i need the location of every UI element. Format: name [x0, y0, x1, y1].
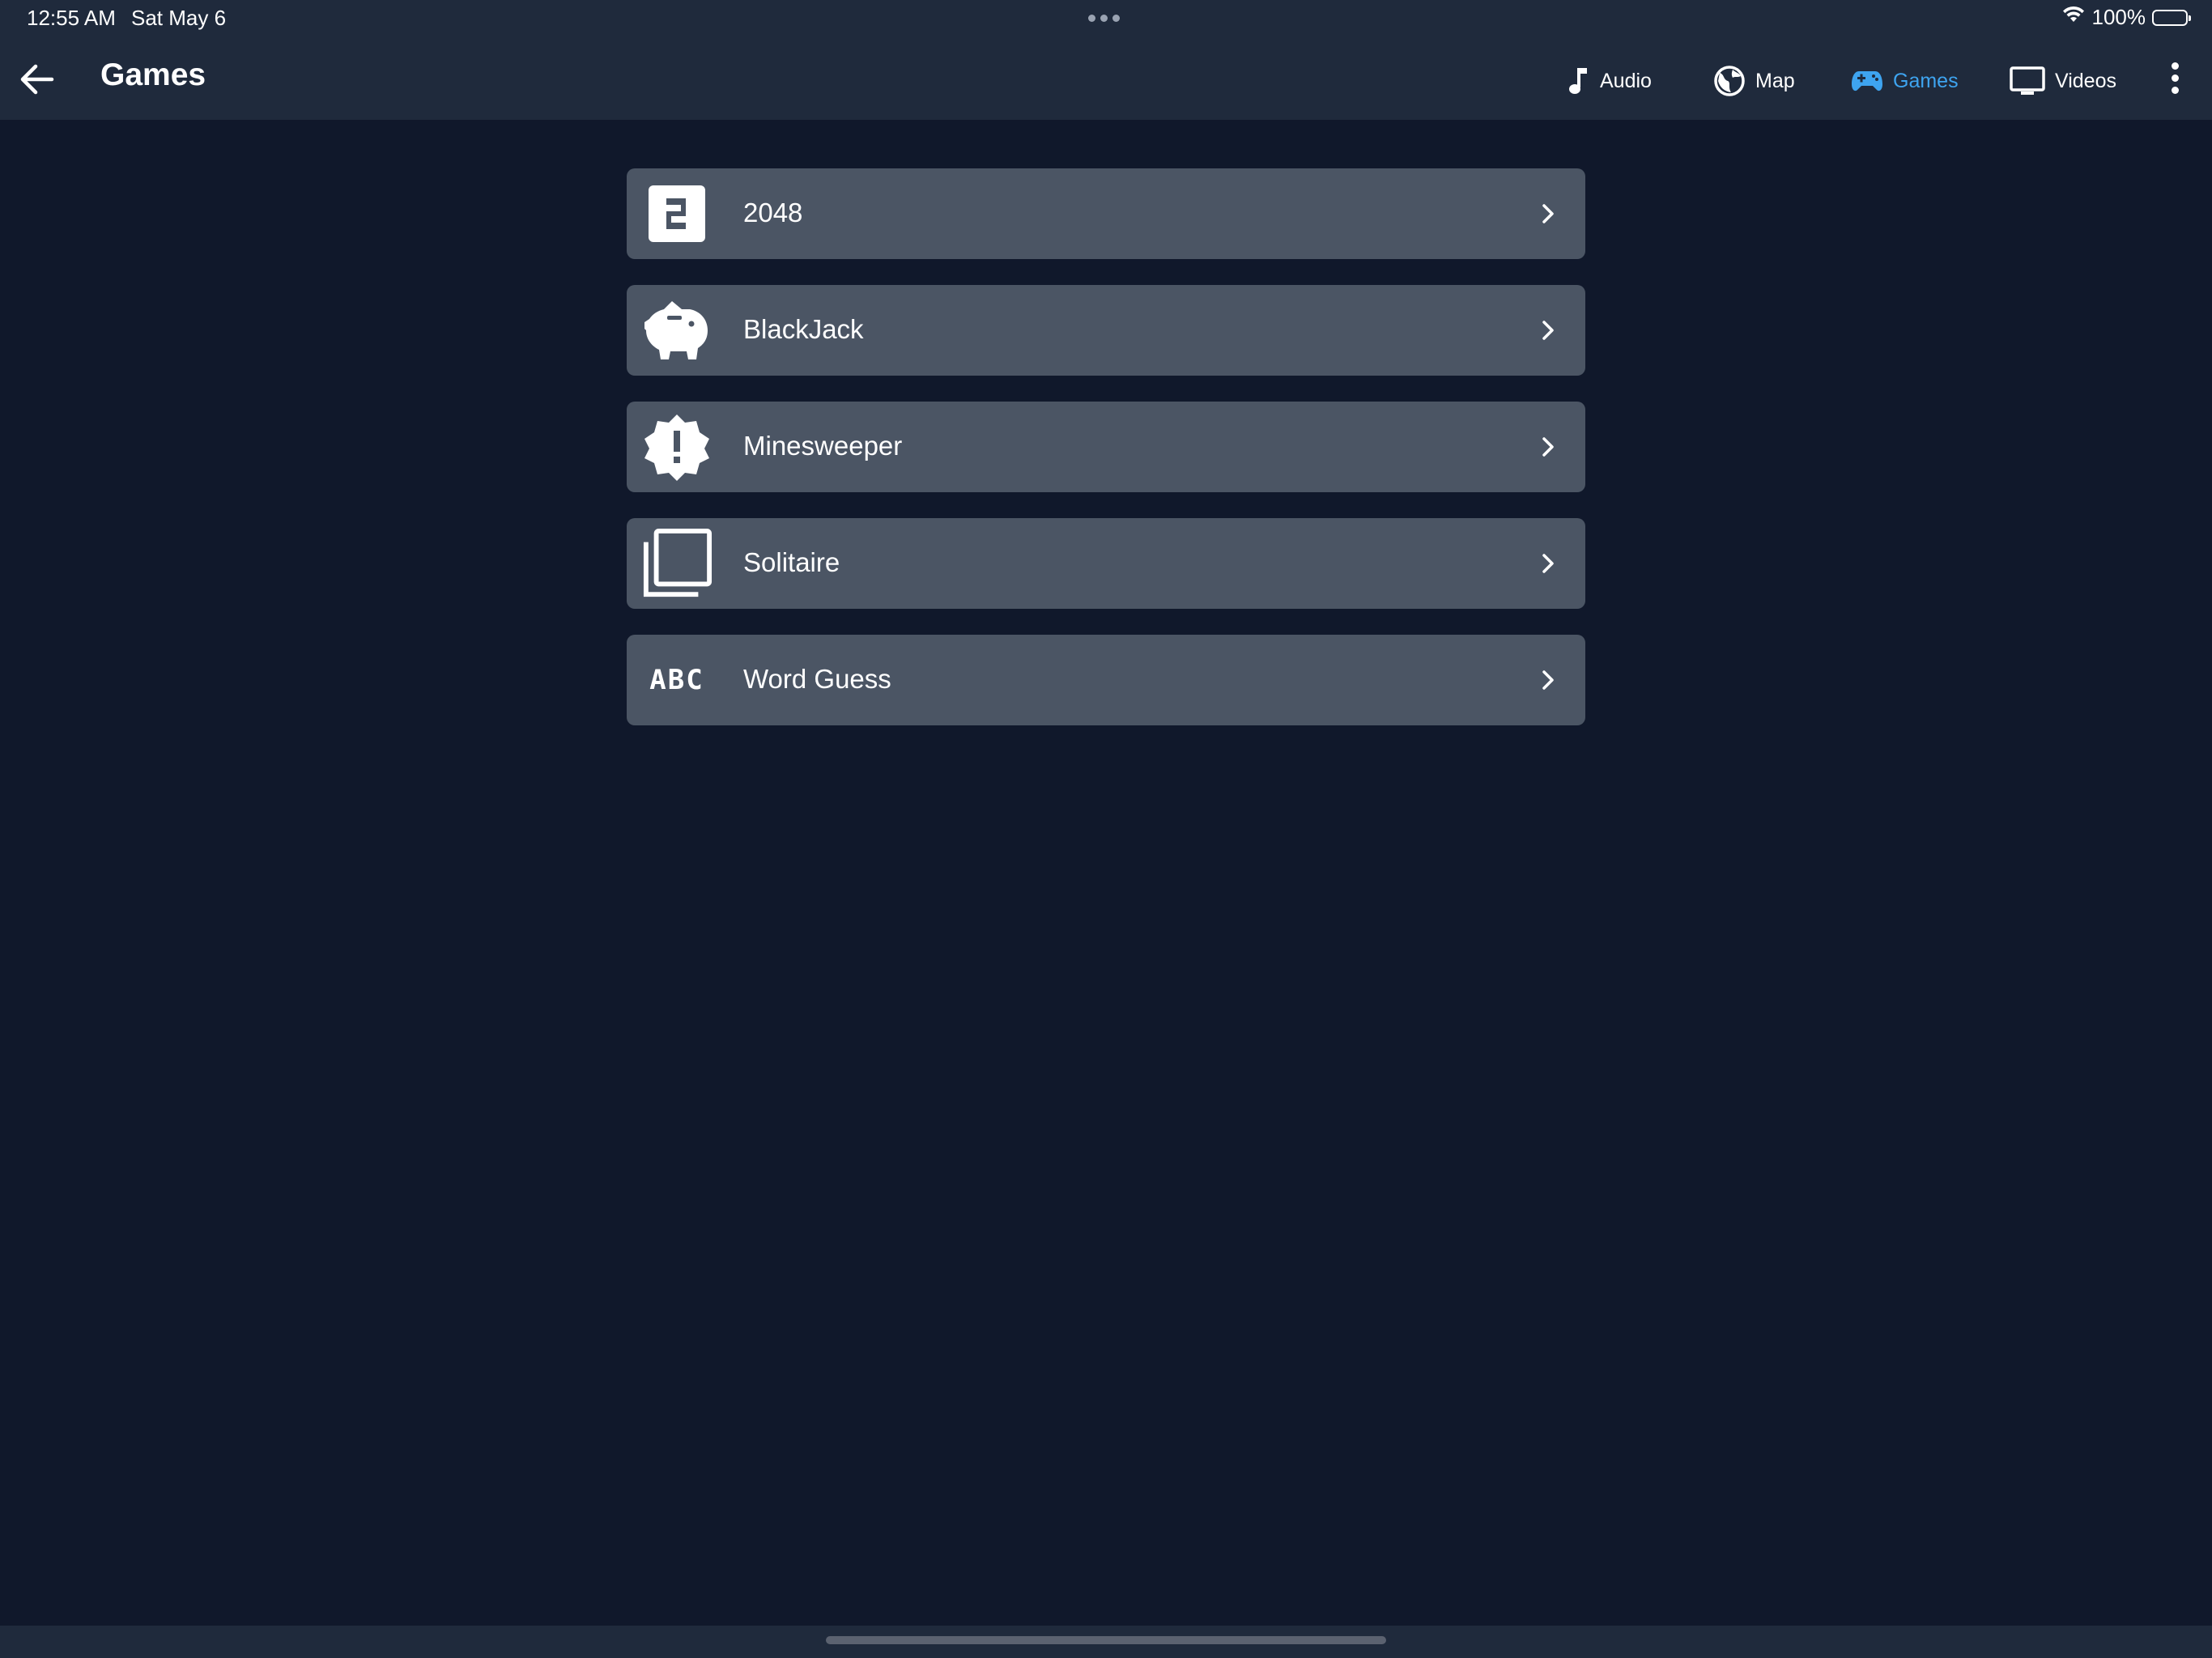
page-title: Games: [100, 57, 206, 92]
list-item-minesweeper[interactable]: Minesweeper: [627, 402, 1585, 492]
list-item-label: BlackJack: [743, 314, 864, 344]
music-note-icon: [1569, 68, 1587, 94]
nav-map[interactable]: Map: [1713, 62, 1795, 100]
status-right: 100%: [2061, 5, 2191, 30]
gamepad-icon: [1852, 71, 1882, 91]
nav-audio[interactable]: Audio: [1568, 62, 1652, 100]
numeric-2-box-icon: [641, 178, 713, 249]
piggy-bank-icon: [641, 295, 713, 366]
list-item-label: Solitaire: [743, 547, 840, 577]
list-item-blackjack[interactable]: BlackJack: [627, 285, 1585, 376]
games-list: 2048 BlackJack Minesweeper Solitaire ABC…: [627, 168, 1585, 751]
arrow-left-icon: [20, 64, 54, 95]
home-indicator[interactable]: [826, 1636, 1386, 1644]
status-date: Sat May 6: [131, 6, 227, 30]
nav-games-label: Games: [1893, 69, 1959, 92]
status-bar: 12:55 AM Sat May 6 100%: [0, 0, 2212, 39]
nav-map-label: Map: [1755, 69, 1795, 92]
list-item-label: 2048: [743, 198, 803, 227]
abc-icon: ABC: [649, 664, 704, 696]
list-item-solitaire[interactable]: Solitaire: [627, 518, 1585, 609]
chevron-right-icon: [1542, 554, 1554, 573]
nav-videos[interactable]: Videos: [2010, 62, 2116, 100]
wifi-icon: [2061, 5, 2086, 30]
chevron-right-icon: [1542, 204, 1554, 223]
chevron-right-icon: [1542, 670, 1554, 690]
nav-audio-label: Audio: [1600, 69, 1652, 92]
alert-decagram-icon: [641, 411, 713, 483]
list-item-2048[interactable]: 2048: [627, 168, 1585, 259]
list-item-word-guess[interactable]: ABC Word Guess: [627, 635, 1585, 725]
monitor-icon: [2010, 66, 2045, 95]
back-button[interactable]: [15, 57, 60, 102]
nav-games[interactable]: Games: [1851, 62, 1959, 100]
more-vertical-icon[interactable]: [2162, 58, 2188, 97]
list-item-label: Minesweeper: [743, 431, 903, 461]
nav-videos-label: Videos: [2055, 69, 2116, 92]
battery-percent: 100%: [2091, 5, 2146, 29]
battery-icon: [2152, 9, 2191, 26]
status-time: 12:55 AM: [27, 6, 116, 30]
chevron-right-icon: [1542, 437, 1554, 457]
chevron-right-icon: [1542, 321, 1554, 340]
list-item-label: Word Guess: [743, 664, 891, 694]
card-stack-icon: [641, 528, 713, 599]
globe-icon: [1714, 66, 1745, 96]
multitasking-dots-icon[interactable]: [1088, 15, 1120, 22]
